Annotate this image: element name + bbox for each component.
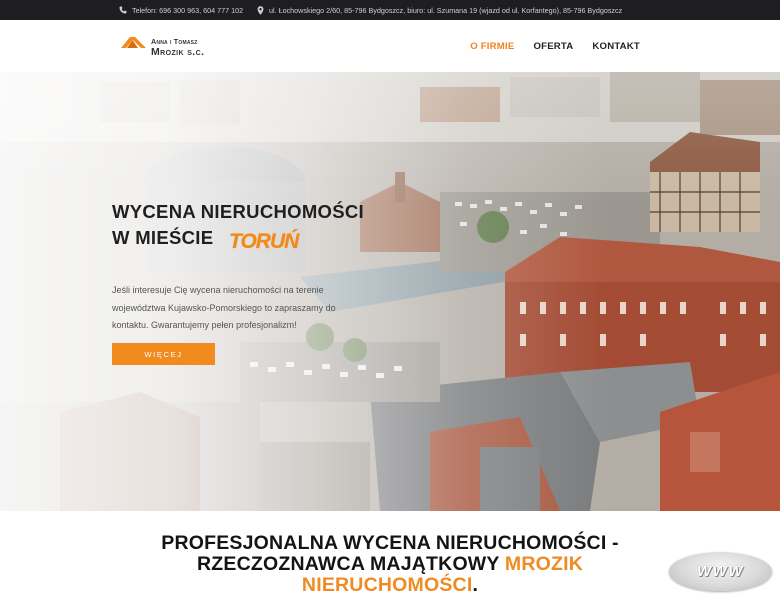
nav-item-o-firmie[interactable]: O FIRMIE <box>470 41 514 52</box>
phone-icon <box>119 6 127 14</box>
logo-company-name: Mrozik s.c. <box>151 46 205 58</box>
logo-owner-names: Anna i Tomasz <box>151 37 198 46</box>
phone-text: Telefon: 696 300 963, 604 777 102 <box>132 5 244 15</box>
section-heading-line2: RZECZOZNAWCA MAJĄTKOWY <box>196 553 500 575</box>
address-text: ul. Łochowskiego 2/60, 85-796 Bydgoszcz,… <box>269 5 623 15</box>
main-nav: O FIRMIE OFERTA KONTAKT <box>470 20 640 72</box>
intro-section: PROFESJONALNA WYCENA NIERUCHOMOŚCI - RZE… <box>0 511 780 600</box>
nav-item-oferta[interactable]: OFERTA <box>533 41 573 52</box>
hero-city-name: TORUŃ <box>229 229 301 253</box>
phone-contact[interactable]: Telefon: 696 300 963, 604 777 102 <box>119 0 243 20</box>
address-contact: ul. Łochowskiego 2/60, 85-796 Bydgoszcz,… <box>257 0 622 20</box>
site-header: Anna i Tomasz Mrozik s.c. O FIRMIE OFERT… <box>0 20 780 72</box>
hero-city-text: TORUŃ <box>229 229 300 253</box>
location-pin-icon <box>257 5 264 15</box>
hero-title-line2: W MIEŚCIE <box>112 227 214 248</box>
logo-roof-icon <box>121 37 146 48</box>
hero-description: Jeśli interesuje Cię wycena nieruchomośc… <box>112 285 336 330</box>
section-heading-accent1: MROZIK <box>504 553 584 575</box>
more-button[interactable]: WIĘCEJ <box>112 343 215 365</box>
logo[interactable]: Anna i Tomasz Mrozik s.c. <box>121 30 241 64</box>
www-badge-label: WWW <box>697 563 744 580</box>
section-heading-line1: PROFESJONALNA WYCENA NIERUCHOMOŚCI - <box>161 532 619 554</box>
top-contact-bar: Telefon: 696 300 963, 604 777 102 ul. Ło… <box>0 0 780 20</box>
hero-section: WYCENA NIERUCHOMOŚCI W MIEŚCIE TORUŃ Jeś… <box>0 72 780 511</box>
section-heading: PROFESJONALNA WYCENA NIERUCHOMOŚCI - RZE… <box>0 533 780 596</box>
www-badge[interactable]: WWW <box>669 552 772 591</box>
nav-item-kontakt[interactable]: KONTAKT <box>592 41 640 52</box>
section-heading-accent2: NIERUCHOMOŚCI <box>301 574 473 596</box>
section-heading-end: . <box>472 574 479 596</box>
